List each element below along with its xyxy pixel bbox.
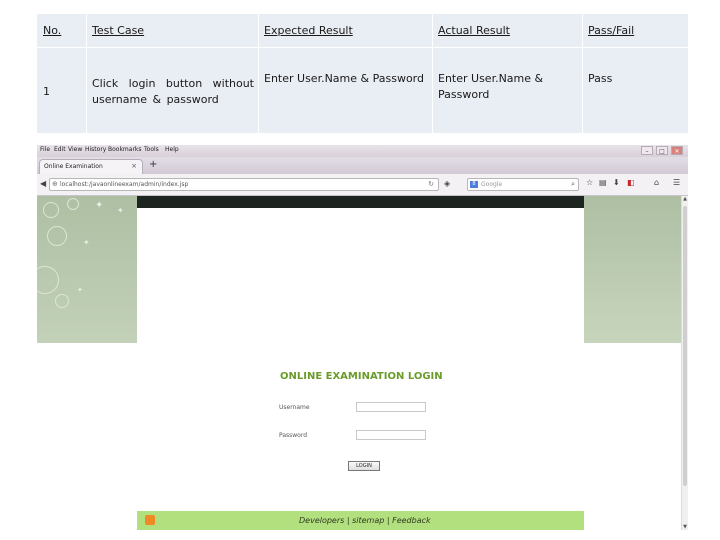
tab-title: Online Examination <box>44 163 103 170</box>
login-title: ONLINE EXAMINATION LOGIN <box>280 371 443 382</box>
cell-pass-fail: Pass <box>588 72 613 85</box>
vertical-scrollbar[interactable]: ▲ ▼ <box>681 196 688 530</box>
ring-decoration <box>67 198 79 210</box>
ring-decoration <box>55 294 69 308</box>
scroll-up-icon[interactable]: ▲ <box>682 196 688 202</box>
page-info-icon: ⊕ <box>52 180 58 188</box>
page-footer: Developers | sitemap | Feedback <box>137 511 584 530</box>
username-field[interactable] <box>356 402 426 412</box>
menu-help[interactable]: Help <box>165 146 179 153</box>
column-divider <box>582 14 583 133</box>
reload-icon[interactable]: ↻ <box>428 180 434 188</box>
tab-online-examination[interactable]: Online Examination × <box>39 159 143 174</box>
addon-red-icon[interactable]: ◧ <box>627 178 635 187</box>
header-pass-fail: Pass/Fail <box>588 24 635 37</box>
decorative-background-left: ✦ ✦ ✦ ✦ <box>37 196 137 343</box>
menu-bar: File Edit View History Bookmarks Tools H… <box>37 145 688 157</box>
menu-edit[interactable]: Edit <box>54 146 66 153</box>
page-viewport: ✦ ✦ ✦ ✦ ONLINE EXAMINATION LOGIN Usernam… <box>37 196 681 530</box>
maximize-button[interactable]: □ <box>656 146 668 155</box>
bookmarks-list-icon[interactable]: ▤ <box>599 178 607 187</box>
test-case-table: No. Test Case Expected Result Actual Res… <box>37 14 688 133</box>
url-bar[interactable]: ⊕ localhost:/javaonlineexam/admin/index.… <box>49 178 439 191</box>
sparkle-icon: ✦ <box>117 206 124 215</box>
scroll-thumb[interactable] <box>683 206 687 486</box>
cell-test-case: Click login button without username & pa… <box>92 77 254 106</box>
ring-decoration <box>47 226 67 246</box>
addon-icon[interactable]: ◈ <box>444 179 450 188</box>
decorative-background-right <box>584 196 681 343</box>
header-no: No. <box>43 24 62 37</box>
column-divider <box>258 14 259 133</box>
menu-bookmarks[interactable]: Bookmarks <box>108 146 142 153</box>
table-header-divider <box>37 47 688 48</box>
search-input[interactable]: 8 Google ⌕ <box>467 178 579 191</box>
menu-icon[interactable]: ☰ <box>673 178 680 187</box>
login-button[interactable]: LOGIN <box>348 461 380 471</box>
column-divider <box>86 14 87 133</box>
search-icon[interactable]: ⌕ <box>571 180 575 189</box>
ring-decoration <box>37 266 59 294</box>
search-placeholder: Google <box>481 181 503 188</box>
menu-view[interactable]: View <box>68 146 82 153</box>
username-label: Username <box>279 404 310 411</box>
header-expected-result: Expected Result <box>264 24 353 37</box>
cell-expected-result: Enter User.Name & Password <box>264 72 424 85</box>
menu-file[interactable]: File <box>40 146 50 153</box>
menu-tools[interactable]: Tools <box>144 146 159 153</box>
star-icon[interactable]: ☆ <box>586 178 593 187</box>
cell-no: 1 <box>43 85 50 98</box>
sparkle-icon: ✦ <box>95 200 104 211</box>
sparkle-icon: ✦ <box>77 286 83 294</box>
back-icon[interactable]: ◀ <box>40 179 46 188</box>
password-field[interactable] <box>356 430 426 440</box>
close-window-button[interactable]: ✕ <box>671 146 683 155</box>
tab-strip: Online Examination × + <box>37 157 688 174</box>
scroll-down-icon[interactable]: ▼ <box>682 524 688 530</box>
header-test-case: Test Case <box>92 24 145 37</box>
password-label: Password <box>279 432 308 439</box>
navigation-bar: ◀ ⊕ localhost:/javaonlineexam/admin/inde… <box>37 174 688 196</box>
tab-close-icon[interactable]: × <box>131 162 137 170</box>
url-text: localhost:/javaonlineexam/admin/index.js… <box>60 181 189 188</box>
minimize-button[interactable]: – <box>641 146 653 155</box>
search-engine-icon[interactable]: 8 <box>470 181 478 188</box>
header-actual-result: Actual Result <box>438 24 510 37</box>
menu-history[interactable]: History <box>85 146 106 153</box>
browser-window: File Edit View History Bookmarks Tools H… <box>37 145 688 530</box>
home-icon[interactable]: ⌂ <box>654 178 659 187</box>
ring-decoration <box>43 202 59 218</box>
login-page: ONLINE EXAMINATION LOGIN Username Passwo… <box>137 196 584 530</box>
column-divider <box>432 14 433 133</box>
rss-icon[interactable] <box>145 515 155 525</box>
new-tab-button[interactable]: + <box>149 159 157 170</box>
sparkle-icon: ✦ <box>83 238 90 247</box>
page-header-bar <box>137 196 584 208</box>
download-icon[interactable]: ⬇ <box>613 178 620 187</box>
footer-links[interactable]: Developers | sitemap | Feedback <box>299 516 431 525</box>
cell-actual-result: Enter User.Name & Password <box>438 72 544 101</box>
